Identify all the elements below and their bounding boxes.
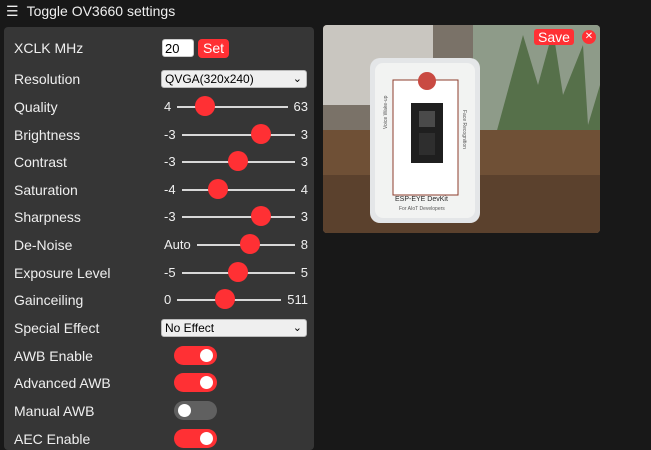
close-icon[interactable]: ✕ <box>582 30 596 44</box>
brightness-slider-thumb[interactable] <box>251 124 272 144</box>
xclk-row: XCLK MHz 20 Set <box>14 36 309 60</box>
saturation-label: Saturation <box>14 182 78 198</box>
saturation-row: Saturation -4 4 <box>14 178 309 202</box>
hamburger-icon[interactable]: ☰ <box>6 4 19 18</box>
aec-enable-row: AEC Enable <box>14 427 309 450</box>
aec-enable-label: AEC Enable <box>14 431 91 447</box>
denoise-min: Auto <box>164 237 191 252</box>
exposure-level-label: Exposure Level <box>14 265 111 281</box>
sharpness-slider-track[interactable] <box>181 216 295 218</box>
camera-preview: ESP-EYE DevKit Voice Wake-up Face Recogn… <box>323 25 600 233</box>
toggle-knob <box>200 376 213 389</box>
toggle-knob <box>200 432 213 445</box>
contrast-row: Contrast -3 3 <box>14 150 309 174</box>
gainceiling-row: Gainceiling 0 511 <box>14 288 309 312</box>
exposure-level-max: 5 <box>300 265 308 280</box>
aec-enable-toggle[interactable] <box>174 429 217 448</box>
save-button[interactable]: Save <box>534 29 574 45</box>
sharpness-slider-thumb[interactable] <box>251 206 272 226</box>
resolution-select[interactable]: QVGA(320x240) ⌄ <box>161 70 307 88</box>
contrast-slider-thumb[interactable] <box>228 151 249 171</box>
saturation-max: 4 <box>300 182 308 197</box>
xclk-label: XCLK MHz <box>14 40 84 56</box>
advanced-awb-label: Advanced AWB <box>14 375 111 391</box>
denoise-slider-thumb[interactable] <box>239 234 260 254</box>
device-side-text-left: Voice Wake-up <box>383 95 389 129</box>
camera-image: ESP-EYE DevKit Voice Wake-up Face Recogn… <box>323 25 600 233</box>
settings-title[interactable]: Toggle OV3660 settings <box>27 3 176 19</box>
brightness-min: -3 <box>164 127 176 142</box>
brightness-slider-track[interactable] <box>181 134 295 136</box>
quality-max: 63 <box>293 99 308 114</box>
manual-awb-row: Manual AWB <box>14 399 309 423</box>
quality-slider-thumb[interactable] <box>195 96 216 116</box>
resolution-value: QVGA(320x240) <box>165 72 254 86</box>
quality-row: Quality 4 63 <box>14 95 309 119</box>
saturation-slider-track[interactable] <box>181 189 295 191</box>
gainceiling-min: 0 <box>164 292 172 307</box>
exposure-level-slider-thumb[interactable] <box>228 262 249 282</box>
xclk-input[interactable]: 20 <box>162 39 194 57</box>
device-subtitle: For AIoT Developers <box>399 206 445 212</box>
exposure-level-min: -5 <box>164 265 176 280</box>
sharpness-row: Sharpness -3 3 <box>14 205 309 229</box>
settings-panel: XCLK MHz 20 Set Resolution QVGA(320x240)… <box>4 27 314 450</box>
manual-awb-label: Manual AWB <box>14 403 95 419</box>
saturation-min: -4 <box>164 182 176 197</box>
awb-enable-toggle[interactable] <box>174 346 217 365</box>
contrast-min: -3 <box>164 154 176 169</box>
exposure-level-row: Exposure Level -5 5 <box>14 261 309 285</box>
brightness-max: 3 <box>300 127 308 142</box>
awb-enable-label: AWB Enable <box>14 348 93 364</box>
resolution-row: Resolution QVGA(320x240) ⌄ <box>14 67 309 91</box>
device-label: ESP-EYE DevKit <box>395 196 448 203</box>
xclk-set-button[interactable]: Set <box>198 38 230 58</box>
device-side-text-right: Face Recognition <box>461 110 467 149</box>
advanced-awb-toggle[interactable] <box>174 373 217 392</box>
chevron-down-icon: ⌄ <box>292 73 302 85</box>
sharpness-max: 3 <box>300 209 308 224</box>
manual-awb-toggle[interactable] <box>174 401 217 420</box>
denoise-label: De-Noise <box>14 237 73 253</box>
settings-toggle[interactable]: ☰ Toggle OV3660 settings <box>6 2 175 20</box>
denoise-row: De-Noise Auto 8 <box>14 233 309 257</box>
special-effect-label: Special Effect <box>14 320 100 336</box>
saturation-slider-thumb[interactable] <box>207 179 228 199</box>
gainceiling-slider-thumb[interactable] <box>215 289 236 309</box>
special-effect-value: No Effect <box>165 321 215 335</box>
quality-slider-track[interactable] <box>177 106 288 108</box>
awb-enable-row: AWB Enable <box>14 344 309 368</box>
brightness-row: Brightness -3 3 <box>14 123 309 147</box>
chevron-down-icon: ⌄ <box>292 322 302 334</box>
contrast-max: 3 <box>300 154 308 169</box>
toggle-knob <box>200 349 213 362</box>
contrast-label: Contrast <box>14 154 67 170</box>
toggle-knob <box>178 404 191 417</box>
resolution-label: Resolution <box>14 71 81 87</box>
quality-label: Quality <box>14 99 58 115</box>
special-effect-select[interactable]: No Effect ⌄ <box>161 319 307 337</box>
gainceiling-max: 511 <box>287 292 308 307</box>
denoise-max: 8 <box>300 237 308 252</box>
special-effect-row: Special Effect No Effect ⌄ <box>14 316 309 340</box>
advanced-awb-row: Advanced AWB <box>14 371 309 395</box>
gainceiling-label: Gainceiling <box>14 292 84 308</box>
sharpness-label: Sharpness <box>14 209 81 225</box>
quality-min: 4 <box>164 99 172 114</box>
sharpness-min: -3 <box>164 209 176 224</box>
brightness-label: Brightness <box>14 127 81 143</box>
